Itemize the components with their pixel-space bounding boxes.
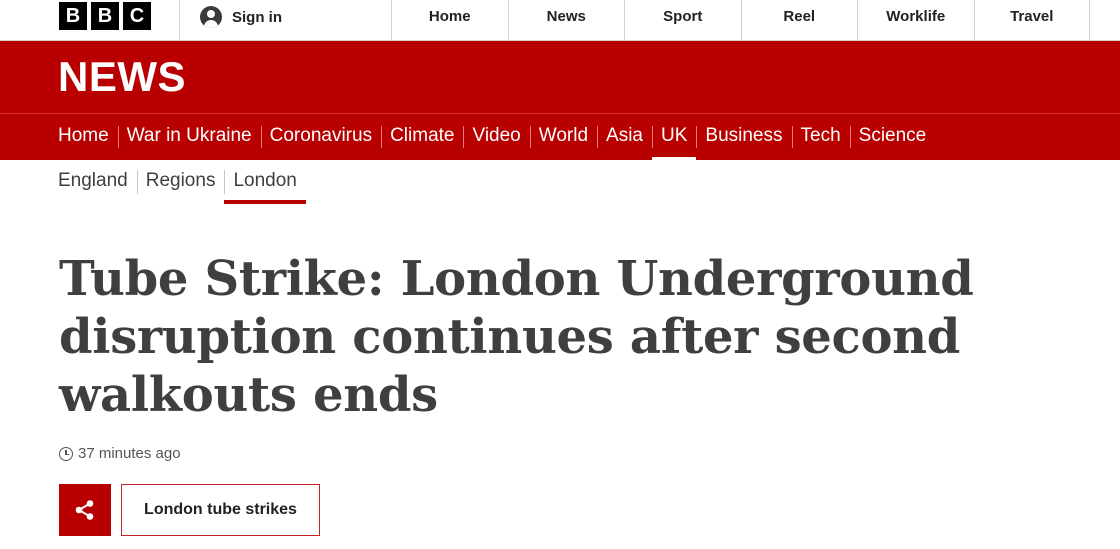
top-nav-item-sport[interactable]: Sport: [624, 0, 741, 40]
topic-tag-button[interactable]: London tube strikes: [121, 484, 320, 536]
timestamp-text: 37 minutes ago: [78, 445, 181, 462]
user-icon: [200, 6, 222, 28]
section-nav-home[interactable]: Home: [58, 114, 118, 160]
section-nav-asia[interactable]: Asia: [597, 114, 652, 160]
top-nav: Home News Sport Reel Worklife Travel: [391, 0, 1090, 40]
clock-icon: [59, 446, 73, 461]
news-banner: NEWS: [0, 41, 1120, 113]
top-nav-item-news[interactable]: News: [507, 0, 625, 40]
sub-nav-regions[interactable]: Regions: [136, 168, 225, 204]
bbc-masthead: B B C Sign in Home News Sport Reel Workl…: [0, 0, 1120, 41]
article-headline: Tube Strike: London Underground disrupti…: [59, 251, 974, 423]
sub-nav-england[interactable]: England: [58, 168, 137, 204]
logo-letter: B: [91, 2, 119, 30]
share-button[interactable]: [59, 484, 111, 536]
section-nav-video[interactable]: Video: [463, 114, 529, 160]
section-nav-tech[interactable]: Tech: [791, 114, 850, 160]
logo-letter: C: [123, 2, 151, 30]
top-nav-item-travel[interactable]: Travel: [973, 0, 1090, 40]
sub-nav-london[interactable]: London: [224, 168, 307, 204]
article-timestamp: 37 minutes ago: [59, 445, 181, 462]
divider: [179, 0, 180, 40]
section-nav-war-in-ukraine[interactable]: War in Ukraine: [117, 114, 261, 160]
logo-letter: B: [59, 2, 87, 30]
section-nav-coronavirus[interactable]: Coronavirus: [260, 114, 381, 160]
section-nav-business[interactable]: Business: [696, 114, 791, 160]
share-icon: [75, 500, 94, 520]
section-nav-science[interactable]: Science: [849, 114, 936, 160]
section-nav-uk[interactable]: UK: [652, 114, 697, 161]
section-nav: Home War in Ukraine Coronavirus Climate …: [0, 113, 1120, 161]
top-nav-item-reel[interactable]: Reel: [740, 0, 858, 40]
bbc-logo[interactable]: B B C: [59, 2, 151, 30]
section-nav-world[interactable]: World: [529, 114, 597, 160]
top-nav-item-home[interactable]: Home: [391, 0, 508, 40]
sign-in-link[interactable]: Sign in: [200, 6, 282, 28]
sub-nav: England Regions London: [58, 168, 307, 204]
top-nav-item-worklife[interactable]: Worklife: [857, 0, 974, 40]
news-logo[interactable]: NEWS: [58, 55, 186, 99]
section-nav-climate[interactable]: Climate: [381, 114, 463, 160]
sign-in-label: Sign in: [232, 8, 282, 26]
